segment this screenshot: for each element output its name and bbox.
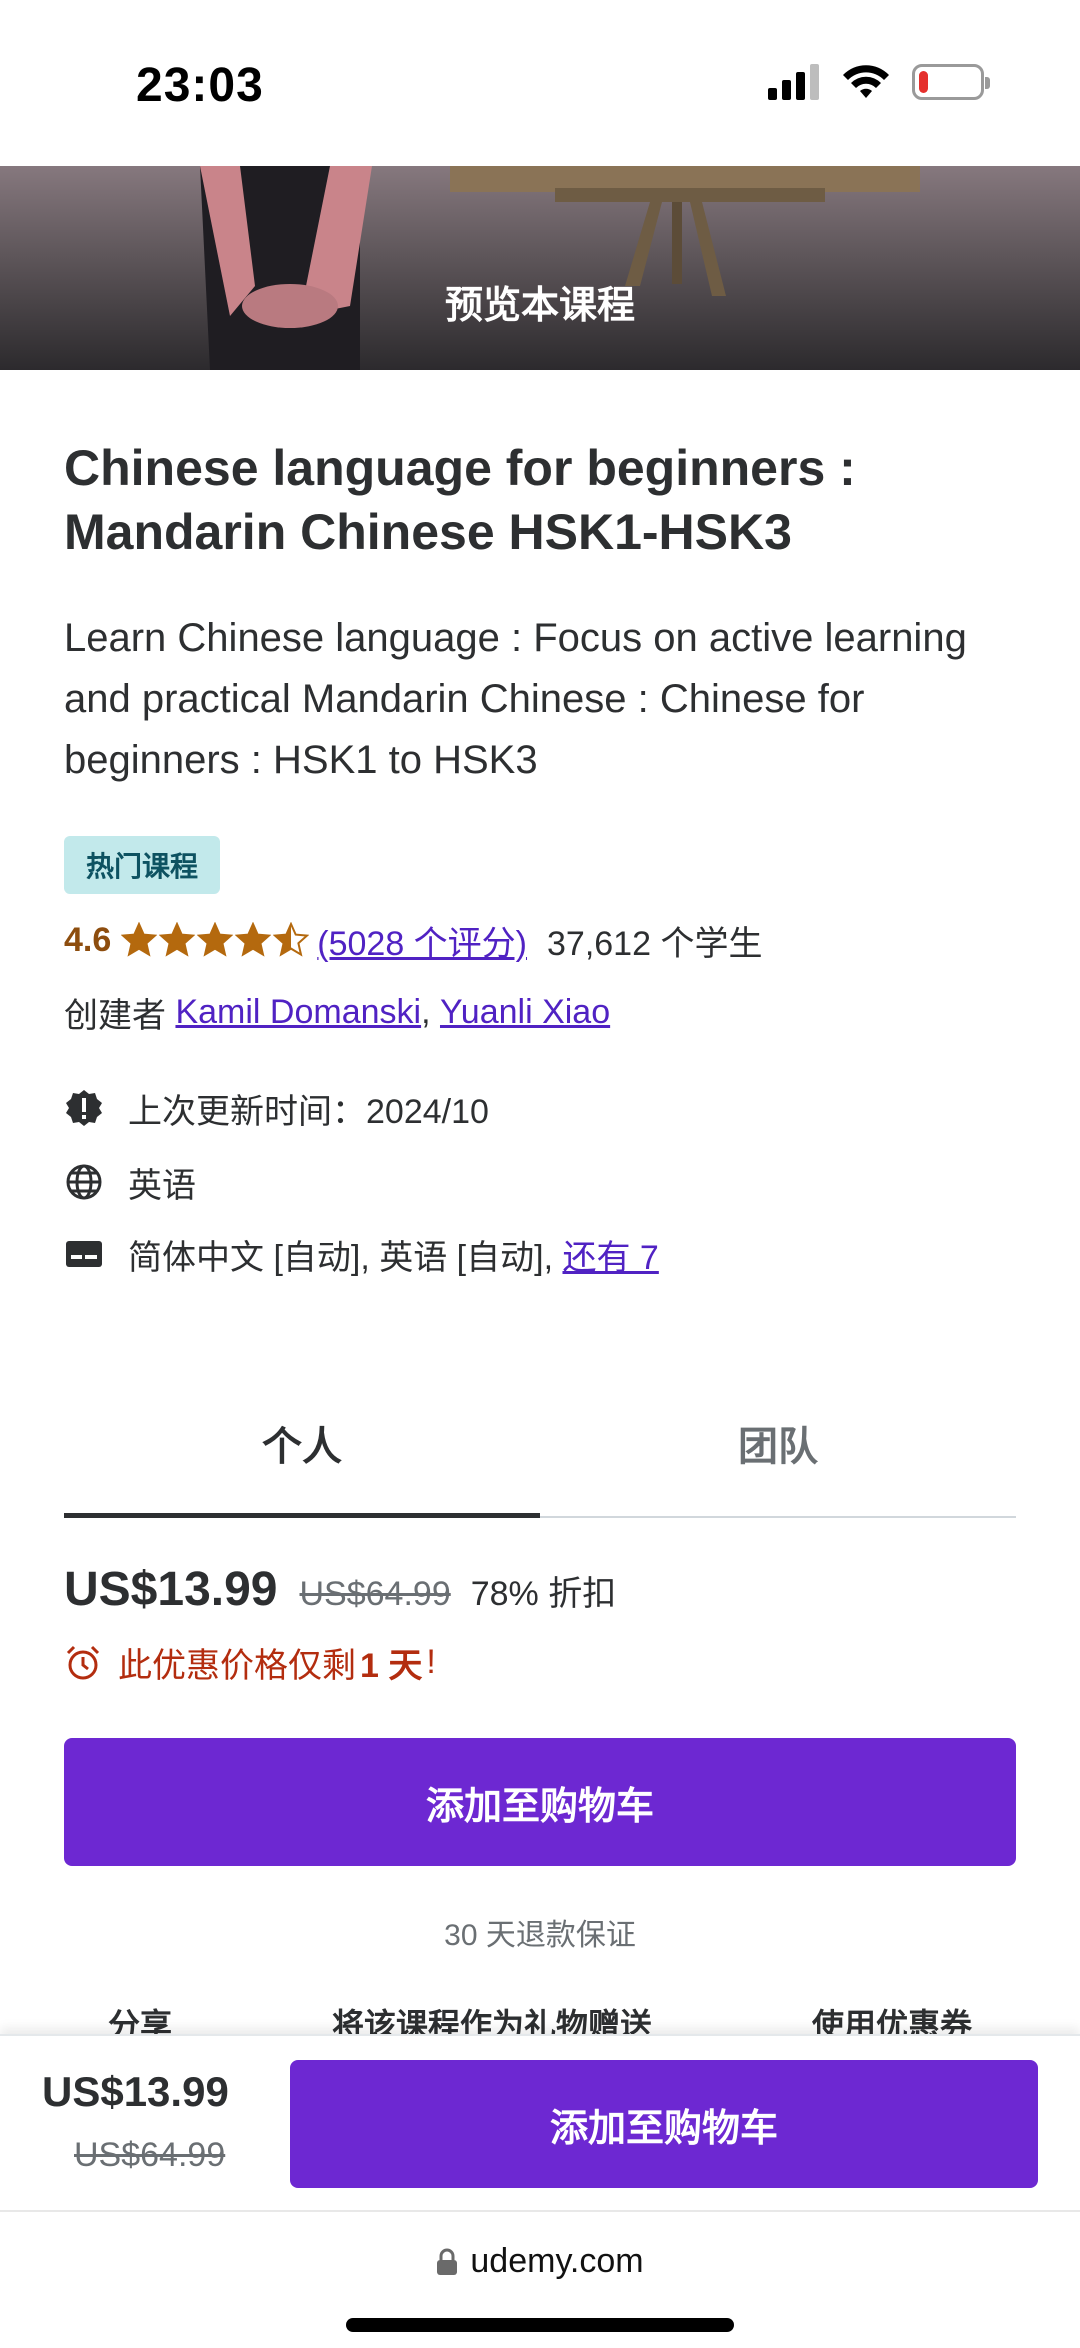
cellular-signal-icon [768,64,819,100]
reviews-link[interactable]: (5028 个评分) [317,916,527,965]
course-preview[interactable]: 预览本课程 [0,166,1080,370]
deal-days: 1 天 [360,1647,423,1685]
alert-badge-icon [64,1088,104,1128]
sticky-add-to-cart-button[interactable]: 添加至购物车 [290,2060,1038,2188]
creator-separator: , [421,992,431,1031]
status-bar: 23:03 [0,0,1080,166]
price-row: US$13.99 US$64.99 78% 折扣 [64,1562,616,1617]
money-back-guarantee: 30 天退款保证 [444,1919,636,1952]
deal-suffix: ! [426,1643,436,1681]
wifi-icon [843,65,889,98]
creator-prefix: 创建者 [64,996,166,1035]
star-full-icon [159,922,196,957]
captions-row: 简体中文 [自动], 英语 [自动], 还有 7 [64,1230,659,1278]
home-indicator[interactable] [346,2318,734,2332]
rating-stars [121,922,310,958]
bestseller-badge: 热门课程 [64,836,221,894]
battery-icon [912,64,990,100]
last-updated-row: 上次更新时间：2024/10 [64,1084,489,1132]
preview-image [200,166,920,370]
status-time: 23:03 [136,59,264,112]
url-text: udemy.com [470,2242,644,2280]
star-half-icon [273,922,310,957]
original-price: US$64.99 [299,1575,451,1613]
creator-link-2[interactable]: Yuanli Xiao [440,993,610,1032]
tab-personal[interactable]: 个人 [64,1370,540,1518]
browser-url-bar[interactable]: udemy.com [0,2210,1080,2348]
star-full-icon [121,922,158,957]
student-count: 37,612 个学生 [547,924,763,963]
alarm-clock-icon [66,1645,100,1679]
language-row: 英语 [64,1158,196,1206]
creator-link-1[interactable]: Kamil Domanski [175,993,421,1032]
purchase-tabs: 个人 团队 [64,1370,1016,1518]
sticky-purchase-bar: US$13.99 US$64.99 添加至购物车 [0,2034,1080,2210]
star-full-icon [197,922,234,957]
discount-text: 78% 折扣 [470,1575,617,1613]
language-text: 英语 [128,1166,196,1205]
star-full-icon [235,922,272,957]
closed-caption-icon [64,1234,104,1274]
sticky-current-price: US$13.99 [42,2068,229,2115]
rating-row: 4.6 (5028 个评分) 37,612 个学生 [64,916,762,964]
preview-label: 预览本课程 [444,285,635,327]
status-icons [768,64,990,100]
captions-text: 简体中文 [自动], 英语 [自动], [128,1238,554,1277]
last-updated-text: 上次更新时间：2024/10 [128,1092,489,1131]
globe-icon [64,1162,104,1202]
tab-team[interactable]: 团队 [540,1370,1016,1516]
add-to-cart-button[interactable]: 添加至购物车 [64,1738,1016,1866]
course-subtitle: Learn Chinese language : Focus on active… [64,616,967,782]
sticky-original-price: US$64.99 [74,2136,226,2174]
captions-more-link[interactable]: 还有 7 [562,1230,658,1279]
url-display[interactable]: udemy.com [0,2242,1080,2281]
creator-row: 创建者 Kamil Domanski , Yuanli Xiao [64,988,610,1036]
current-price: US$13.99 [64,1563,278,1616]
lock-icon [437,2248,458,2275]
battery-level [919,71,928,93]
course-title: Chinese language for beginners : Mandari… [64,440,856,560]
deal-prefix: 此优惠价格仅剩 [118,1647,356,1685]
rating-value: 4.6 [64,920,112,959]
deal-countdown: 此优惠价格仅剩 1 天 ! [64,1638,436,1687]
